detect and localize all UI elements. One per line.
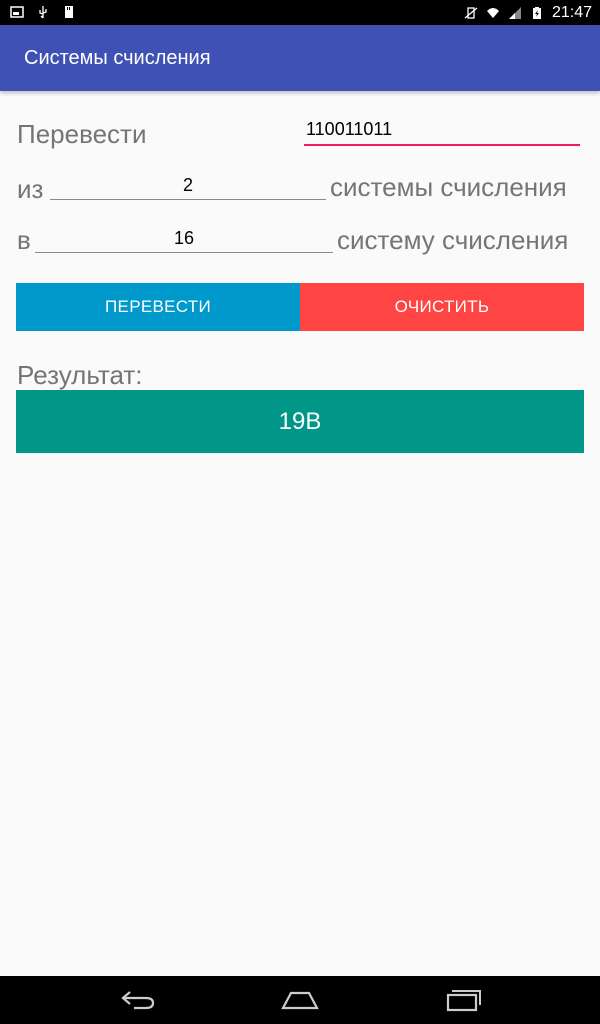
to-label: в [17,225,31,255]
to-suffix-label: систему счисления [337,225,569,255]
home-button[interactable] [280,986,320,1014]
to-base-input[interactable] [35,224,333,253]
translate-label: Перевести [17,119,147,149]
convert-button[interactable]: ПЕРЕВЕСТИ [16,283,300,331]
back-icon [121,991,155,1010]
signal-icon [508,6,521,19]
recents-icon [446,990,481,1012]
clear-button[interactable]: ОЧИСТИТЬ [300,283,584,331]
status-bar-notifications [10,5,76,19]
number-input[interactable] [304,115,580,146]
app-title: Системы счисления [24,47,211,69]
sd-card-icon [65,6,73,18]
recents-button[interactable] [443,986,483,1014]
status-time: 21:47 [551,4,592,21]
wifi-icon [486,7,499,18]
from-base-input[interactable] [50,171,326,200]
from-label: из [17,174,44,204]
result-label: Результат: [17,360,143,390]
vibrate-icon [464,6,478,19]
usb-icon [39,6,47,19]
status-bar-system: 21:47 [464,3,592,22]
result-value: 19B [278,407,322,435]
back-button[interactable] [118,986,158,1014]
app-bar: Системы счисления [0,25,600,91]
screenshot-icon [10,6,24,18]
home-icon [281,991,319,1010]
result-value-box: 19B [16,390,584,453]
battery-icon [532,6,541,19]
navigation-bar [0,976,600,1024]
status-bar: 21:47 [0,0,600,25]
from-suffix-label: системы счисления [330,172,567,202]
